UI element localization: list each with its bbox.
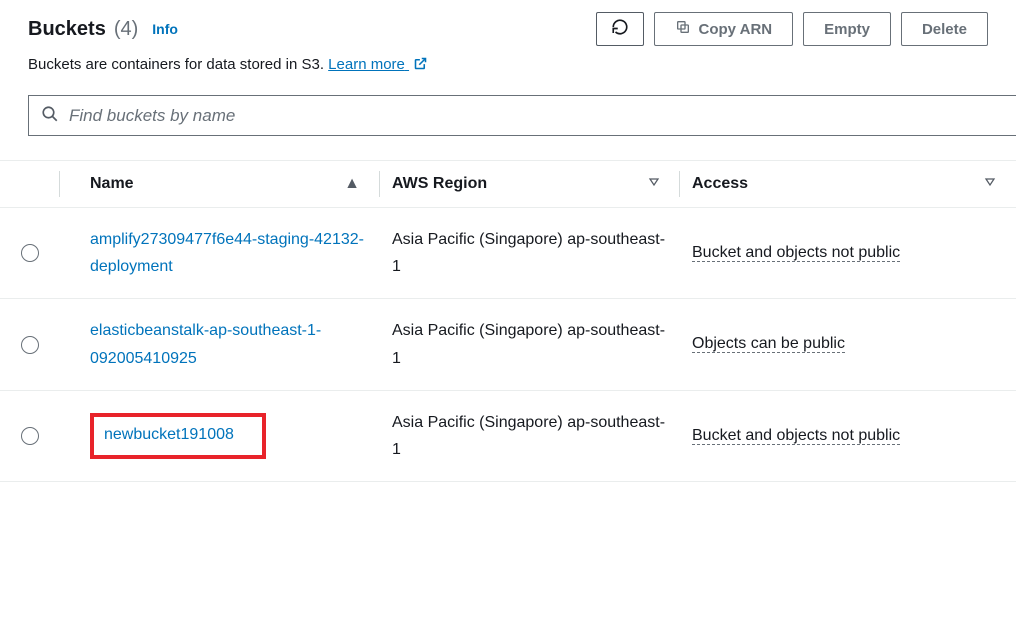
page-title: Buckets [28,18,106,41]
copy-arn-label: Copy ARN [699,21,773,38]
table-row: elasticbeanstalk-ap-southeast-1-09200541… [0,299,1016,390]
info-link[interactable]: Info [152,21,178,37]
sort-asc-icon: ▲ [344,175,360,193]
bucket-count: (4) [114,18,138,41]
bucket-region: Asia Pacific (Singapore) ap-southeast-1 [392,322,665,366]
delete-label: Delete [922,21,967,38]
search-container [28,95,1016,136]
subtitle: Buckets are containers for data stored i… [28,56,988,75]
col-select [0,161,60,208]
col-region[interactable]: AWS Region [380,161,680,208]
empty-button[interactable]: Empty [803,12,891,46]
bucket-access: Objects can be public [692,335,845,353]
buckets-table: Name ▲ AWS Region Access amplify27309477… [0,161,1016,482]
col-access-label: Access [692,175,748,192]
table-row: newbucket191008 Asia Pacific (Singapore) … [0,390,1016,481]
filter-icon [984,175,996,193]
bucket-region: Asia Pacific (Singapore) ap-southeast-1 [392,414,665,458]
subtitle-text: Buckets are containers for data stored i… [28,56,328,73]
bucket-access: Bucket and objects not public [692,244,900,262]
delete-button[interactable]: Delete [901,12,988,46]
refresh-button[interactable] [596,12,644,46]
filter-icon [648,175,660,193]
bucket-name-link[interactable]: elasticbeanstalk-ap-southeast-1-09200541… [90,317,368,371]
empty-label: Empty [824,21,870,38]
row-select-radio[interactable] [21,244,39,262]
refresh-icon [611,18,629,40]
col-region-label: AWS Region [392,175,487,192]
learn-more-label: Learn more [328,56,405,73]
copy-icon [675,19,691,39]
bucket-region: Asia Pacific (Singapore) ap-southeast-1 [392,231,665,275]
table-row: amplify27309477f6e44-staging-42132-deplo… [0,208,1016,299]
external-link-icon [413,58,428,75]
row-select-radio[interactable] [21,427,39,445]
col-name[interactable]: Name ▲ [60,161,380,208]
search-input[interactable] [69,106,1004,126]
copy-arn-button[interactable]: Copy ARN [654,12,794,46]
col-name-label: Name [90,175,134,192]
bucket-name-link[interactable]: newbucket191008 [90,413,266,458]
row-select-radio[interactable] [21,336,39,354]
learn-more-link[interactable]: Learn more [328,56,428,73]
bucket-access: Bucket and objects not public [692,427,900,445]
col-access[interactable]: Access [680,161,1016,208]
search-icon [41,105,59,126]
bucket-name-link[interactable]: amplify27309477f6e44-staging-42132-deplo… [90,226,368,280]
